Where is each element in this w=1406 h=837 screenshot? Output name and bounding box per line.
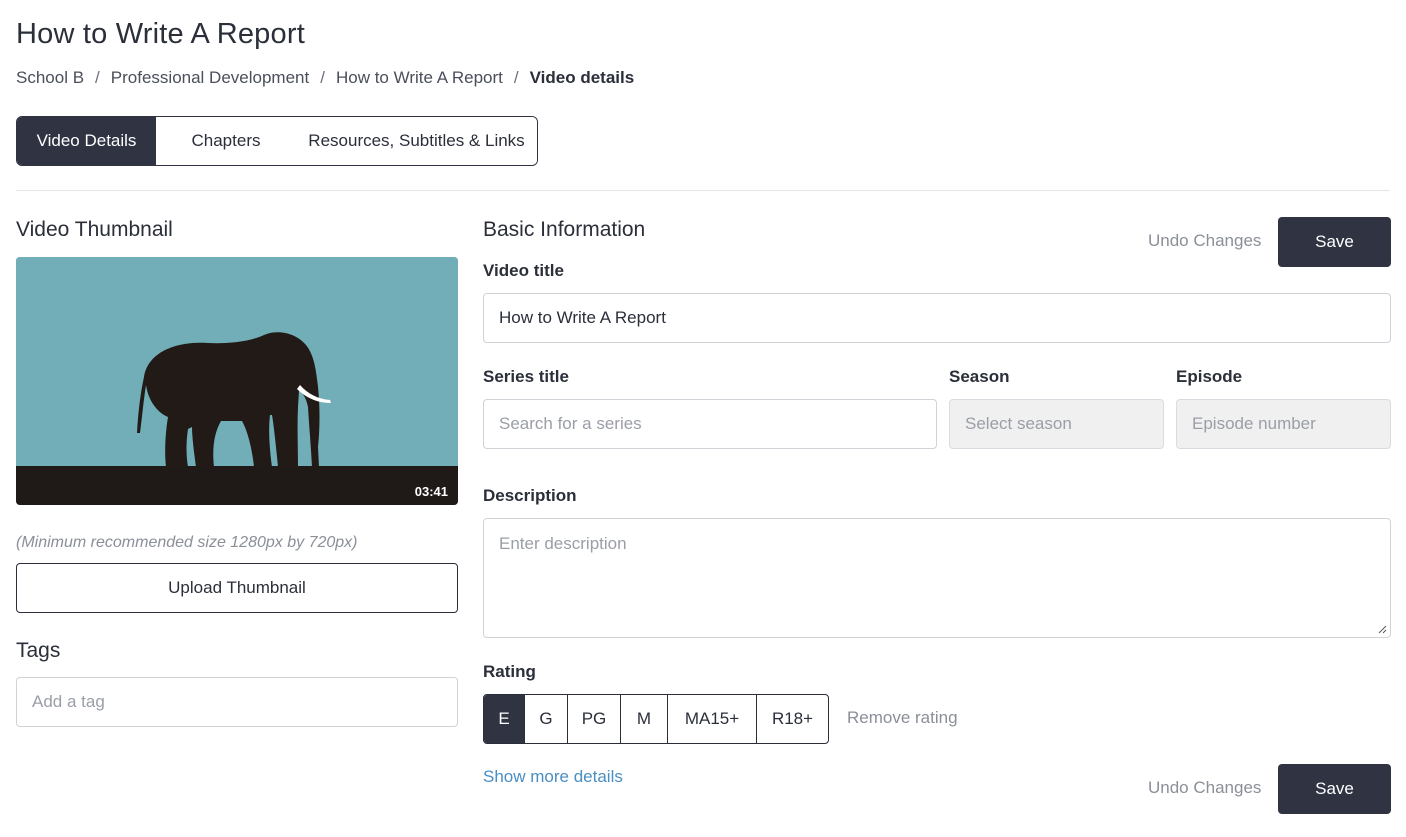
basic-information-heading: Basic Information <box>483 218 646 241</box>
tags-heading: Tags <box>16 639 61 662</box>
rating-option-pg[interactable]: PG <box>567 695 620 743</box>
tab-chapters[interactable]: Chapters <box>156 117 296 165</box>
breadcrumb-separator: / <box>95 68 100 87</box>
save-button-bottom[interactable]: Save <box>1278 764 1391 814</box>
series-search-input[interactable]: Search for a series <box>483 399 937 449</box>
tab-resources-subtitles-links[interactable]: Resources, Subtitles & Links <box>296 117 537 165</box>
video-title-input[interactable]: How to Write A Report <box>483 293 1391 343</box>
season-select[interactable]: Select season <box>949 399 1164 449</box>
elephant-image <box>16 257 458 505</box>
header-divider <box>16 190 1390 191</box>
video-thumbnail[interactable]: 03:41 <box>16 257 458 505</box>
upload-thumbnail-button[interactable]: Upload Thumbnail <box>16 563 458 613</box>
breadcrumb-separator: / <box>320 68 325 87</box>
undo-changes-button-bottom[interactable]: Undo Changes <box>1148 778 1261 798</box>
breadcrumb-current: Video details <box>529 68 635 87</box>
save-button[interactable]: Save <box>1278 217 1391 267</box>
rating-selector: E G PG M MA15+ R18+ <box>483 694 829 744</box>
page-title: How to Write A Report <box>16 18 305 50</box>
video-title-label: Video title <box>483 261 564 280</box>
rating-option-m[interactable]: M <box>620 695 667 743</box>
rating-option-ma15[interactable]: MA15+ <box>667 695 756 743</box>
breadcrumb-item-video[interactable]: How to Write A Report <box>336 68 503 88</box>
resize-handle-icon[interactable] <box>1377 624 1387 634</box>
episode-label: Episode <box>1176 367 1243 386</box>
season-label: Season <box>949 367 1010 386</box>
undo-changes-button[interactable]: Undo Changes <box>1148 231 1261 251</box>
rating-option-e[interactable]: E <box>484 695 524 743</box>
description-textarea[interactable]: Enter description <box>483 518 1391 638</box>
description-placeholder: Enter description <box>499 534 627 553</box>
tag-input[interactable]: Add a tag <box>16 677 458 727</box>
description-label: Description <box>483 486 577 505</box>
series-title-label: Series title <box>483 367 569 386</box>
tab-bar: Video Details Chapters Resources, Subtit… <box>16 116 538 166</box>
tab-video-details[interactable]: Video Details <box>17 117 156 165</box>
thumbnail-size-hint: (Minimum recommended size 1280px by 720p… <box>16 534 358 551</box>
breadcrumb-separator: / <box>513 68 519 87</box>
show-more-details-link[interactable]: Show more details <box>483 767 623 787</box>
rating-option-r18[interactable]: R18+ <box>756 695 828 743</box>
breadcrumb-item-school[interactable]: School B <box>16 68 84 88</box>
breadcrumb: School B / Professional Development / Ho… <box>16 68 634 88</box>
episode-number-input[interactable]: Episode number <box>1176 399 1391 449</box>
rating-option-g[interactable]: G <box>524 695 567 743</box>
rating-label: Rating <box>483 662 536 681</box>
duration-badge: 03:41 <box>409 482 453 501</box>
thumbnail-heading: Video Thumbnail <box>16 218 173 241</box>
breadcrumb-item-professional-development[interactable]: Professional Development <box>111 68 309 88</box>
remove-rating-link[interactable]: Remove rating <box>847 708 958 728</box>
